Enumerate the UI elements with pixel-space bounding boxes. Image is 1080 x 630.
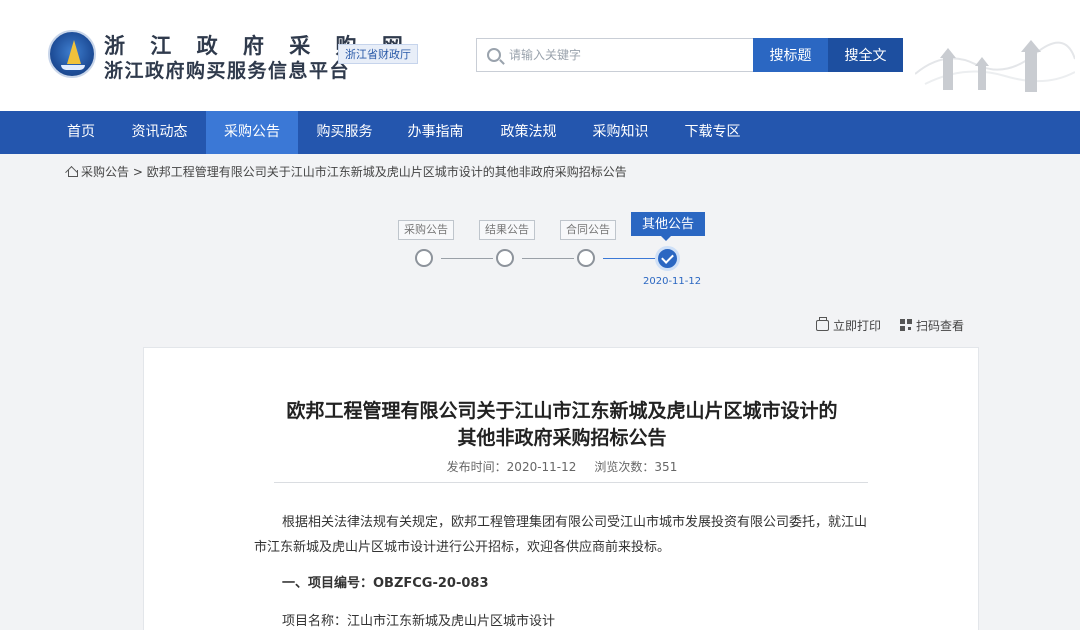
main-nav: 首页 资讯动态 采购公告 购买服务 办事指南 政策法规 采购知识 下载专区 — [0, 111, 1080, 154]
logo-sail-shape — [67, 40, 81, 64]
print-button[interactable]: 立即打印 — [816, 317, 882, 334]
article-card: 欧邦工程管理有限公司关于江山市江东新城及虎山片区城市设计的 其他非政府采购招标公… — [143, 347, 979, 630]
site-header: 浙 江 政 府 采 购 网 浙江政府购买服务信息平台 浙江省财政厅 搜标题 搜全… — [0, 0, 1080, 111]
breadcrumb: 采购公告 > 欧邦工程管理有限公司关于江山市江东新城及虎山片区城市设计的其他非政… — [66, 164, 627, 180]
article-project-name: 项目名称：江山市江东新城及虎山片区城市设计 — [282, 614, 556, 629]
step-date: 2020-11-12 — [643, 276, 702, 287]
department-badge: 浙江省财政厅 — [338, 44, 418, 64]
article-section-heading: 一、项目编号：OBZFCG-20-083 — [282, 576, 489, 591]
view-count: 浏览次数：351 — [594, 460, 678, 474]
article-title-line2: 其他非政府采购招标公告 — [457, 427, 667, 449]
check-icon[interactable] — [655, 246, 680, 271]
search-box — [476, 38, 754, 72]
nav-item-news[interactable]: 资讯动态 — [117, 111, 202, 154]
site-subtitle[interactable]: 浙江政府购买服务信息平台 — [104, 56, 350, 83]
printer-icon — [816, 317, 829, 331]
step-connector — [522, 258, 574, 259]
print-label: 立即打印 — [833, 319, 882, 333]
qr-code-icon — [900, 319, 912, 331]
step-label-result[interactable]: 结果公告 — [479, 220, 535, 240]
step-dot-contract[interactable] — [577, 249, 595, 267]
step-label-other[interactable]: 其他公告 — [631, 212, 706, 241]
step-dot-result[interactable] — [496, 249, 514, 267]
step-connector — [441, 258, 493, 259]
article-title: 欧邦工程管理有限公司关于江山市江东新城及虎山片区城市设计的 其他非政府采购招标公… — [144, 398, 980, 452]
search-input[interactable] — [509, 39, 749, 71]
qr-scan-button[interactable]: 扫码查看 — [900, 318, 964, 334]
search-icon — [487, 48, 501, 62]
nav-item-procurement-notice[interactable]: 采购公告 — [206, 111, 298, 154]
step-dot-procurement[interactable] — [415, 249, 433, 267]
nav-item-policy[interactable]: 政策法规 — [486, 111, 571, 154]
logo-boat-shape — [61, 65, 85, 70]
breadcrumb-current: 欧邦工程管理有限公司关于江山市江东新城及虎山片区城市设计的其他非政府采购招标公告 — [146, 165, 627, 179]
article-divider — [274, 482, 868, 483]
step-connector-active — [603, 258, 655, 259]
step-label-procurement[interactable]: 采购公告 — [398, 220, 454, 240]
nav-item-guide[interactable]: 办事指南 — [393, 111, 478, 154]
nav-item-purchase-service[interactable]: 购买服务 — [302, 111, 387, 154]
breadcrumb-separator: > — [129, 165, 147, 179]
breadcrumb-root[interactable]: 采购公告 — [81, 165, 129, 179]
article-intro-paragraph: 根据相关法律法规有关规定，欧邦工程管理集团有限公司受江山市城市发展投资有限公司委… — [254, 515, 868, 555]
search-fulltext-button[interactable]: 搜全文 — [828, 38, 903, 72]
nav-item-knowledge[interactable]: 采购知识 — [578, 111, 663, 154]
decorative-landscape-icon — [915, 40, 1075, 92]
nav-item-download[interactable]: 下载专区 — [670, 111, 755, 154]
logo-emblem-icon[interactable] — [48, 30, 96, 78]
publish-time: 发布时间：2020-11-12 — [446, 460, 577, 474]
qr-label: 扫码查看 — [916, 319, 965, 333]
search-title-button[interactable]: 搜标题 — [753, 38, 828, 72]
article-meta: 发布时间：2020-11-12 浏览次数：351 — [144, 458, 980, 475]
step-label-contract[interactable]: 合同公告 — [560, 220, 616, 240]
article-title-line1: 欧邦工程管理有限公司关于江山市江东新城及虎山片区城市设计的 — [286, 400, 838, 422]
nav-item-home[interactable]: 首页 — [52, 111, 110, 154]
home-icon[interactable] — [66, 165, 78, 177]
